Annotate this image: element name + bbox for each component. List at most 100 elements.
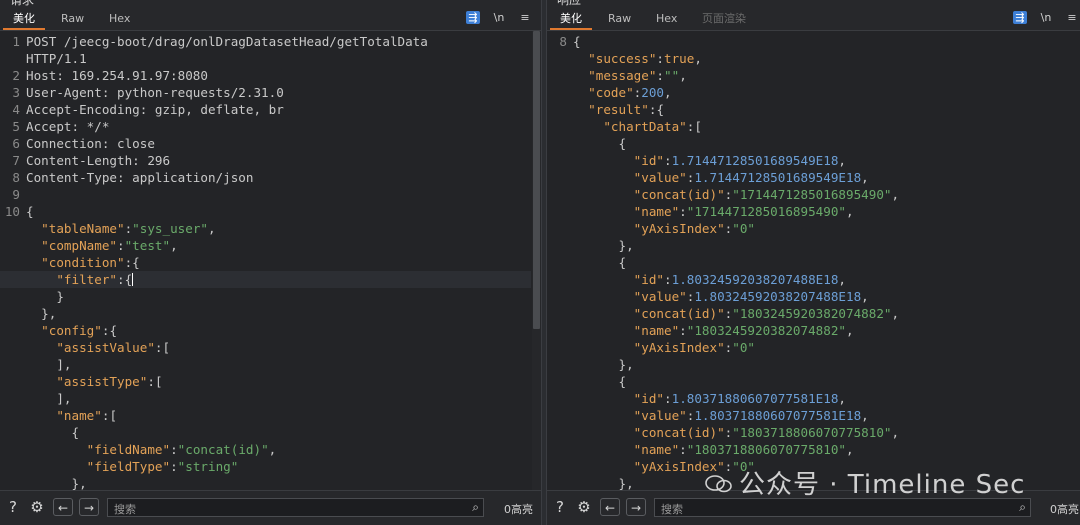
- request-scrollbar[interactable]: [532, 31, 541, 491]
- code-line[interactable]: "code":200,: [547, 84, 1070, 101]
- match-count: 0高亮: [504, 503, 533, 516]
- tab-render[interactable]: 页面渲染: [692, 9, 756, 28]
- code-line[interactable]: "value":1.71447128501689549E18,: [547, 169, 1070, 186]
- code-line[interactable]: {: [547, 135, 1070, 152]
- code-line[interactable]: "message":"",: [547, 67, 1070, 84]
- hamburger-menu-icon[interactable]: ≡: [518, 11, 532, 24]
- code-line[interactable]: "id":1.80324592038207488E18,: [547, 271, 1070, 288]
- code-line[interactable]: "tableName":"sys_user",: [0, 220, 531, 237]
- code-line[interactable]: 1 POST /jeecg-boot/drag/onlDragDatasetHea…: [0, 33, 531, 50]
- newline-toggle[interactable]: \n: [1039, 11, 1053, 24]
- code-text: "name":"1803718806070775810",: [633, 442, 854, 457]
- code-line[interactable]: "config":{: [0, 322, 531, 339]
- code-line[interactable]: 9: [0, 186, 531, 203]
- code-text: "id":1.71447128501689549E18,: [633, 153, 847, 168]
- code-line[interactable]: {: [0, 424, 531, 441]
- response-pane-title: 响应: [557, 0, 582, 7]
- code-text: Connection: close: [26, 136, 155, 151]
- code-line[interactable]: "name":"1803245920382074882",: [547, 322, 1070, 339]
- tab-pretty[interactable]: 美化: [3, 9, 45, 30]
- request-pane-title: 请求: [10, 0, 35, 7]
- code-line[interactable]: },: [0, 475, 531, 491]
- help-icon[interactable]: ?: [551, 498, 569, 516]
- response-pane: 响应 美化 Raw Hex 页面渲染 ⇶ \n ≡ 8{ "success":t…: [547, 0, 1080, 525]
- code-line[interactable]: ],: [0, 390, 531, 407]
- tab-raw[interactable]: Raw: [51, 9, 94, 28]
- tab-hex[interactable]: Hex: [646, 9, 687, 28]
- request-bottom-bar: ? ⚙ ← → 搜索 ⌕ 0高亮: [0, 490, 541, 525]
- code-line[interactable]: "compName":"test",: [0, 237, 531, 254]
- wrap-lines-icon[interactable]: ⇶: [1013, 11, 1027, 24]
- help-icon[interactable]: ?: [4, 498, 22, 516]
- code-text: "assistValue":[: [56, 340, 171, 355]
- code-line[interactable]: "concat(id)":"1803718806070775810",: [547, 424, 1070, 441]
- code-line[interactable]: "concat(id)":"1714471285016895490",: [547, 186, 1070, 203]
- request-search-input[interactable]: 搜索 ⌕: [107, 498, 484, 517]
- code-line[interactable]: 5 Accept: */*: [0, 118, 531, 135]
- code-line[interactable]: HTTP/1.1: [0, 50, 531, 67]
- tab-raw[interactable]: Raw: [598, 9, 641, 28]
- code-line[interactable]: },: [547, 356, 1070, 373]
- code-line[interactable]: "id":1.71447128501689549E18,: [547, 152, 1070, 169]
- code-line[interactable]: "value":1.80371880607077581E18,: [547, 407, 1070, 424]
- line-number: 4: [12, 102, 20, 117]
- code-line[interactable]: "yAxisIndex":"0": [547, 339, 1070, 356]
- code-line[interactable]: 7 Content-Length: 296: [0, 152, 531, 169]
- code-line[interactable]: "name":[: [0, 407, 531, 424]
- code-text: },: [573, 476, 634, 491]
- code-line[interactable]: 8{: [547, 33, 1070, 50]
- code-line[interactable]: "name":"1803718806070775810",: [547, 441, 1070, 458]
- line-number: 8: [559, 34, 567, 49]
- code-text: "name":[: [56, 408, 118, 423]
- search-icon[interactable]: ⌕: [472, 500, 479, 515]
- code-line[interactable]: ],: [0, 356, 531, 373]
- code-line[interactable]: },: [547, 237, 1070, 254]
- code-line[interactable]: "concat(id)":"1803245920382074882",: [547, 305, 1070, 322]
- code-text: "code":200,: [588, 85, 672, 100]
- code-line[interactable]: "fieldType":"string": [0, 458, 531, 475]
- response-editor[interactable]: 8{ "success":true, "message":"", "code":…: [547, 31, 1080, 491]
- previous-match-button[interactable]: ←: [53, 498, 73, 516]
- hamburger-menu-icon[interactable]: ≡: [1065, 11, 1079, 24]
- code-line[interactable]: "assistValue":[: [0, 339, 531, 356]
- code-line[interactable]: 8 Content-Type: application/json: [0, 169, 531, 186]
- code-line[interactable]: },: [0, 305, 531, 322]
- code-text: "value":1.80371880607077581E18,: [633, 408, 869, 423]
- wrap-lines-icon[interactable]: ⇶: [466, 11, 480, 24]
- code-line[interactable]: {: [547, 373, 1070, 390]
- code-text: "concat(id)":"1803718806070775810",: [633, 425, 900, 440]
- code-line[interactable]: "fieldName":"concat(id)",: [0, 441, 531, 458]
- next-match-button[interactable]: →: [626, 498, 646, 516]
- gear-icon[interactable]: ⚙: [28, 498, 46, 516]
- line-number: 3: [12, 85, 20, 100]
- code-line[interactable]: "success":true,: [547, 50, 1070, 67]
- code-text: Content-Length: 296: [26, 153, 171, 168]
- code-line[interactable]: }: [0, 288, 531, 305]
- search-icon[interactable]: ⌕: [1019, 500, 1026, 515]
- code-line[interactable]: "assistType":[: [0, 373, 531, 390]
- previous-match-button[interactable]: ←: [600, 498, 620, 516]
- code-line[interactable]: "filter":{: [0, 271, 531, 288]
- code-line[interactable]: "id":1.80371880607077581E18,: [547, 390, 1070, 407]
- code-line[interactable]: 10 {: [0, 203, 531, 220]
- code-line[interactable]: "chartData":[: [547, 118, 1070, 135]
- code-text: }: [26, 289, 64, 304]
- tab-pretty[interactable]: 美化: [550, 9, 592, 30]
- code-line[interactable]: "result":{: [547, 101, 1070, 118]
- newline-toggle[interactable]: \n: [492, 11, 506, 24]
- code-line[interactable]: 6 Connection: close: [0, 135, 531, 152]
- code-line[interactable]: "yAxisIndex":"0": [547, 220, 1070, 237]
- code-line[interactable]: 2 Host: 169.254.91.97:8080: [0, 67, 531, 84]
- code-line[interactable]: 3 User-Agent: python-requests/2.31.0: [0, 84, 531, 101]
- request-scrollbar-thumb[interactable]: [533, 31, 540, 329]
- code-text: "message":"",: [588, 68, 687, 83]
- code-line[interactable]: "value":1.80324592038207488E18,: [547, 288, 1070, 305]
- code-line[interactable]: {: [547, 254, 1070, 271]
- code-line[interactable]: "condition":{: [0, 254, 531, 271]
- gear-icon[interactable]: ⚙: [575, 498, 593, 516]
- tab-hex[interactable]: Hex: [99, 9, 140, 28]
- code-line[interactable]: 4 Accept-Encoding: gzip, deflate, br: [0, 101, 531, 118]
- request-editor[interactable]: 1 POST /jeecg-boot/drag/onlDragDatasetHea…: [0, 31, 541, 491]
- code-line[interactable]: "name":"1714471285016895490",: [547, 203, 1070, 220]
- next-match-button[interactable]: →: [79, 498, 99, 516]
